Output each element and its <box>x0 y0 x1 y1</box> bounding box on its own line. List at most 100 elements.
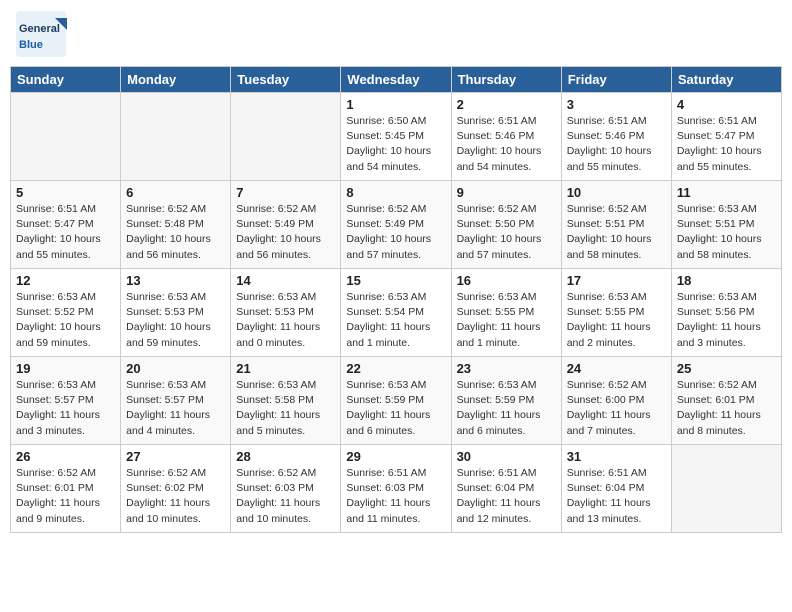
calendar-cell: 29 Sunrise: 6:51 AMSunset: 6:03 PMDayligh… <box>341 445 451 533</box>
day-number: 18 <box>677 273 776 288</box>
calendar-cell: 7Sunrise: 6:52 AMSunset: 5:49 PMDaylight… <box>231 181 341 269</box>
day-number: 2 <box>457 97 556 112</box>
day-number: 20 <box>126 361 225 376</box>
day-info: Sunrise: 6:52 AMSunset: 6:00 PMDaylight:… <box>567 378 666 439</box>
day-info: Sunrise: 6:53 AMSunset: 5:53 PMDaylight:… <box>126 290 225 351</box>
day-number: 25 <box>677 361 776 376</box>
day-number: 1 <box>346 97 445 112</box>
calendar-cell: 30 Sunrise: 6:51 AMSunset: 6:04 PMDayligh… <box>451 445 561 533</box>
day-number: 16 <box>457 273 556 288</box>
day-number: 15 <box>346 273 445 288</box>
column-header-saturday: Saturday <box>671 67 781 93</box>
day-number: 28 <box>236 449 335 464</box>
calendar-cell <box>121 93 231 181</box>
day-number: 10 <box>567 185 666 200</box>
calendar-cell <box>231 93 341 181</box>
day-number: 26 <box>16 449 115 464</box>
calendar-cell: 5 Sunrise: 6:51 AMSunset: 5:47 PMDaylight… <box>11 181 121 269</box>
column-header-sunday: Sunday <box>11 67 121 93</box>
calendar-cell: 20 Sunrise: 6:53 AMSunset: 5:57 PMDayligh… <box>121 357 231 445</box>
day-number: 19 <box>16 361 115 376</box>
day-info: Sunrise: 6:53 AMSunset: 5:52 PMDaylight:… <box>16 290 115 351</box>
calendar-cell: 14 Sunrise: 6:53 AMSunset: 5:53 PMDayligh… <box>231 269 341 357</box>
day-info: Sunrise: 6:51 AMSunset: 5:46 PMDaylight:… <box>457 114 556 175</box>
calendar-cell: 8 Sunrise: 6:52 AMSunset: 5:49 PMDaylight… <box>341 181 451 269</box>
day-number: 5 <box>16 185 115 200</box>
day-info: Sunrise: 6:51 AMSunset: 6:03 PMDaylight:… <box>346 466 445 527</box>
day-info: Sunrise: 6:53 AMSunset: 5:58 PMDaylight:… <box>236 378 335 439</box>
day-number: 4 <box>677 97 776 112</box>
day-number: 22 <box>346 361 445 376</box>
calendar-cell: 12 Sunrise: 6:53 AMSunset: 5:52 PMDayligh… <box>11 269 121 357</box>
calendar-table: SundayMondayTuesdayWednesdayThursdayFrid… <box>10 66 782 533</box>
day-number: 24 <box>567 361 666 376</box>
day-info: Sunrise: 6:52 AMSunset: 5:49 PMDaylight:… <box>346 202 445 263</box>
column-header-thursday: Thursday <box>451 67 561 93</box>
calendar-cell <box>671 445 781 533</box>
day-info: Sunrise: 6:53 AMSunset: 5:54 PMDaylight:… <box>346 290 445 351</box>
day-number: 30 <box>457 449 556 464</box>
calendar-week-3: 12 Sunrise: 6:53 AMSunset: 5:52 PMDayligh… <box>11 269 782 357</box>
day-number: 3 <box>567 97 666 112</box>
day-number: 21 <box>236 361 335 376</box>
calendar-cell: 27 Sunrise: 6:52 AMSunset: 6:02 PMDayligh… <box>121 445 231 533</box>
calendar-cell: 17Sunrise: 6:53 AMSunset: 5:55 PMDayligh… <box>561 269 671 357</box>
day-number: 27 <box>126 449 225 464</box>
day-info: Sunrise: 6:53 AMSunset: 5:53 PMDaylight:… <box>236 290 335 351</box>
day-number: 11 <box>677 185 776 200</box>
calendar-cell: 24 Sunrise: 6:52 AMSunset: 6:00 PMDayligh… <box>561 357 671 445</box>
day-info: Sunrise: 6:51 AMSunset: 5:46 PMDaylight:… <box>567 114 666 175</box>
day-info: Sunrise: 6:51 AMSunset: 5:47 PMDaylight:… <box>16 202 115 263</box>
day-number: 23 <box>457 361 556 376</box>
day-info: Sunrise: 6:52 AMSunset: 6:02 PMDaylight:… <box>126 466 225 527</box>
calendar-cell: 6Sunrise: 6:52 AMSunset: 5:48 PMDaylight… <box>121 181 231 269</box>
day-number: 12 <box>16 273 115 288</box>
calendar-cell: 11 Sunrise: 6:53 AMSunset: 5:51 PMDayligh… <box>671 181 781 269</box>
calendar-cell: 15 Sunrise: 6:53 AMSunset: 5:54 PMDayligh… <box>341 269 451 357</box>
day-info: Sunrise: 6:52 AMSunset: 6:01 PMDaylight:… <box>677 378 776 439</box>
calendar-cell: 19Sunrise: 6:53 AMSunset: 5:57 PMDayligh… <box>11 357 121 445</box>
svg-text:General: General <box>19 23 60 35</box>
day-info: Sunrise: 6:53 AMSunset: 5:51 PMDaylight:… <box>677 202 776 263</box>
day-number: 31 <box>567 449 666 464</box>
day-number: 13 <box>126 273 225 288</box>
day-info: Sunrise: 6:53 AMSunset: 5:59 PMDaylight:… <box>346 378 445 439</box>
calendar-cell: 4 Sunrise: 6:51 AMSunset: 5:47 PMDaylight… <box>671 93 781 181</box>
calendar-cell: 25 Sunrise: 6:52 AMSunset: 6:01 PMDayligh… <box>671 357 781 445</box>
calendar-cell: 2 Sunrise: 6:51 AMSunset: 5:46 PMDaylight… <box>451 93 561 181</box>
svg-text:Blue: Blue <box>19 39 43 51</box>
day-info: Sunrise: 6:53 AMSunset: 5:57 PMDaylight:… <box>126 378 225 439</box>
calendar-cell: 22 Sunrise: 6:53 AMSunset: 5:59 PMDayligh… <box>341 357 451 445</box>
calendar-week-5: 26 Sunrise: 6:52 AMSunset: 6:01 PMDayligh… <box>11 445 782 533</box>
calendar-cell <box>11 93 121 181</box>
calendar-cell: 3 Sunrise: 6:51 AMSunset: 5:46 PMDaylight… <box>561 93 671 181</box>
day-info: Sunrise: 6:52 AMSunset: 5:48 PMDaylight:… <box>126 202 225 263</box>
day-info: Sunrise: 6:53 AMSunset: 5:59 PMDaylight:… <box>457 378 556 439</box>
calendar-cell: 13 Sunrise: 6:53 AMSunset: 5:53 PMDayligh… <box>121 269 231 357</box>
calendar-week-4: 19 Sunrise: 6:53 AMSunset: 5:57 PMDayligh… <box>11 357 782 445</box>
day-info: Sunrise: 6:53 AMSunset: 5:55 PMDaylight:… <box>457 290 556 351</box>
day-info: Sunrise: 6:51 AMSunset: 5:47 PMDaylight:… <box>677 114 776 175</box>
calendar-cell: 18Sunrise: 6:53 AMSunset: 5:56 PMDayligh… <box>671 269 781 357</box>
calendar-cell: 16 Sunrise: 6:53 AMSunset: 5:55 PMDayligh… <box>451 269 561 357</box>
logo-svg: General Blue <box>15 10 67 58</box>
day-number: 9 <box>457 185 556 200</box>
calendar-cell: 21 Sunrise: 6:53 AMSunset: 5:58 PMDayligh… <box>231 357 341 445</box>
day-info: Sunrise: 6:50 AMSunset: 5:45 PMDaylight:… <box>346 114 445 175</box>
calendar-cell: 28 Sunrise: 6:52 AMSunset: 6:03 PMDayligh… <box>231 445 341 533</box>
calendar-cell: 1 Sunrise: 6:50 AMSunset: 5:45 PMDaylight… <box>341 93 451 181</box>
day-info: Sunrise: 6:52 AMSunset: 5:51 PMDaylight:… <box>567 202 666 263</box>
day-number: 8 <box>346 185 445 200</box>
calendar-week-1: 1 Sunrise: 6:50 AMSunset: 5:45 PMDaylight… <box>11 93 782 181</box>
day-info: Sunrise: 6:51 AMSunset: 6:04 PMDaylight:… <box>457 466 556 527</box>
day-number: 14 <box>236 273 335 288</box>
day-number: 7 <box>236 185 335 200</box>
logo: General Blue <box>15 10 67 58</box>
calendar-cell: 31 Sunrise: 6:51 AMSunset: 6:04 PMDayligh… <box>561 445 671 533</box>
day-number: 17 <box>567 273 666 288</box>
day-info: Sunrise: 6:52 AMSunset: 6:03 PMDaylight:… <box>236 466 335 527</box>
day-info: Sunrise: 6:51 AMSunset: 6:04 PMDaylight:… <box>567 466 666 527</box>
day-info: Sunrise: 6:52 AMSunset: 6:01 PMDaylight:… <box>16 466 115 527</box>
calendar-header-row: SundayMondayTuesdayWednesdayThursdayFrid… <box>11 67 782 93</box>
day-number: 29 <box>346 449 445 464</box>
